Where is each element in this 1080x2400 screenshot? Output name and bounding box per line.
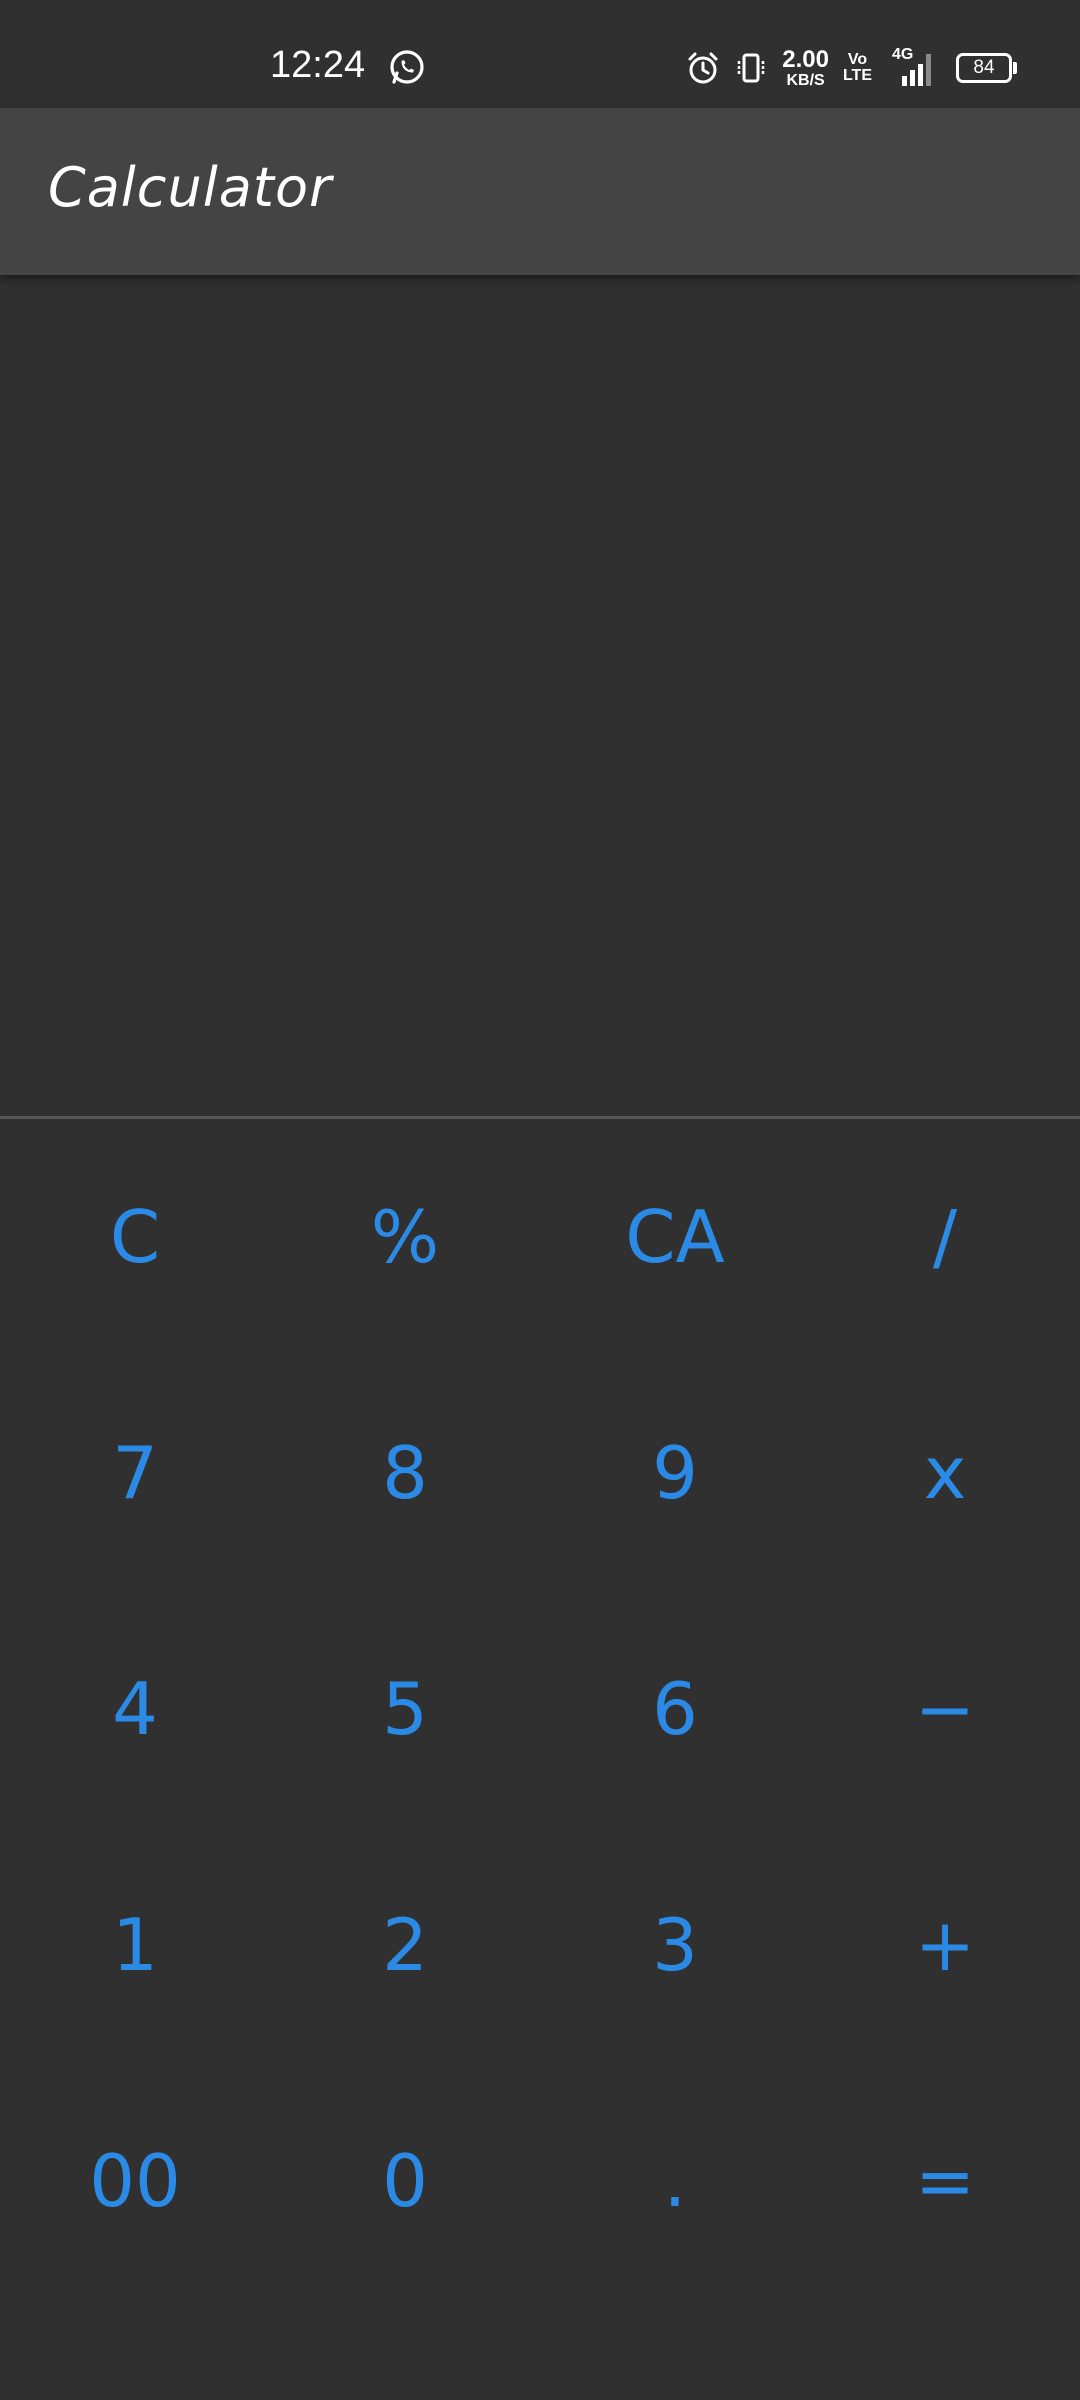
whatsapp-icon (390, 50, 424, 84)
add-button[interactable]: + (810, 1827, 1080, 2063)
battery-icon: 84 (956, 53, 1017, 83)
percent-button[interactable]: % (270, 1119, 540, 1355)
battery-level: 84 (973, 57, 995, 78)
digit-9-button[interactable]: 9 (540, 1355, 810, 1591)
app-bar: Calculator (0, 108, 1080, 275)
volte-indicator: Vo LTE (843, 52, 872, 84)
signal-indicator: 4G (886, 46, 942, 88)
signal-icon (902, 54, 931, 86)
multiply-button[interactable]: x (810, 1355, 1080, 1591)
digit-4-button[interactable]: 4 (0, 1591, 270, 1827)
vibrate-icon (738, 53, 765, 83)
clear-all-button[interactable]: CA (540, 1119, 810, 1355)
network-speed-value: 2.00 (782, 45, 829, 73)
clear-button[interactable]: C (0, 1119, 270, 1355)
status-icons: 2.00 KB/S Vo LTE 4G 84 (686, 45, 1017, 90)
keypad: C % CA / 7 8 9 x 4 5 6 − 1 2 3 + 00 0 . … (0, 1119, 1080, 2299)
digit-1-button[interactable]: 1 (0, 1827, 270, 2063)
digit-5-button[interactable]: 5 (270, 1591, 540, 1827)
double-zero-button[interactable]: 00 (0, 2063, 270, 2299)
network-speed: 2.00 KB/S (782, 45, 829, 89)
volte-bottom-label: LTE (842, 67, 872, 84)
status-time: 12:24 (270, 44, 366, 86)
app-title: Calculator (48, 156, 333, 219)
status-bar: 12:24 2.00 KB/S Vo LTE 4G 84 (0, 0, 1080, 108)
equals-button[interactable]: = (810, 2063, 1080, 2299)
divide-button[interactable]: / (810, 1119, 1080, 1355)
digit-8-button[interactable]: 8 (270, 1355, 540, 1591)
digit-2-button[interactable]: 2 (270, 1827, 540, 2063)
digit-6-button[interactable]: 6 (540, 1591, 810, 1827)
alarm-icon (688, 52, 718, 84)
decimal-button[interactable]: . (540, 2063, 810, 2299)
digit-7-button[interactable]: 7 (0, 1355, 270, 1591)
network-speed-unit: KB/S (786, 71, 825, 89)
volte-top-label: Vo (847, 51, 868, 68)
digit-0-button[interactable]: 0 (270, 2063, 540, 2299)
digit-3-button[interactable]: 3 (540, 1827, 810, 2063)
calculator-display (0, 275, 1080, 1117)
subtract-button[interactable]: − (810, 1591, 1080, 1827)
